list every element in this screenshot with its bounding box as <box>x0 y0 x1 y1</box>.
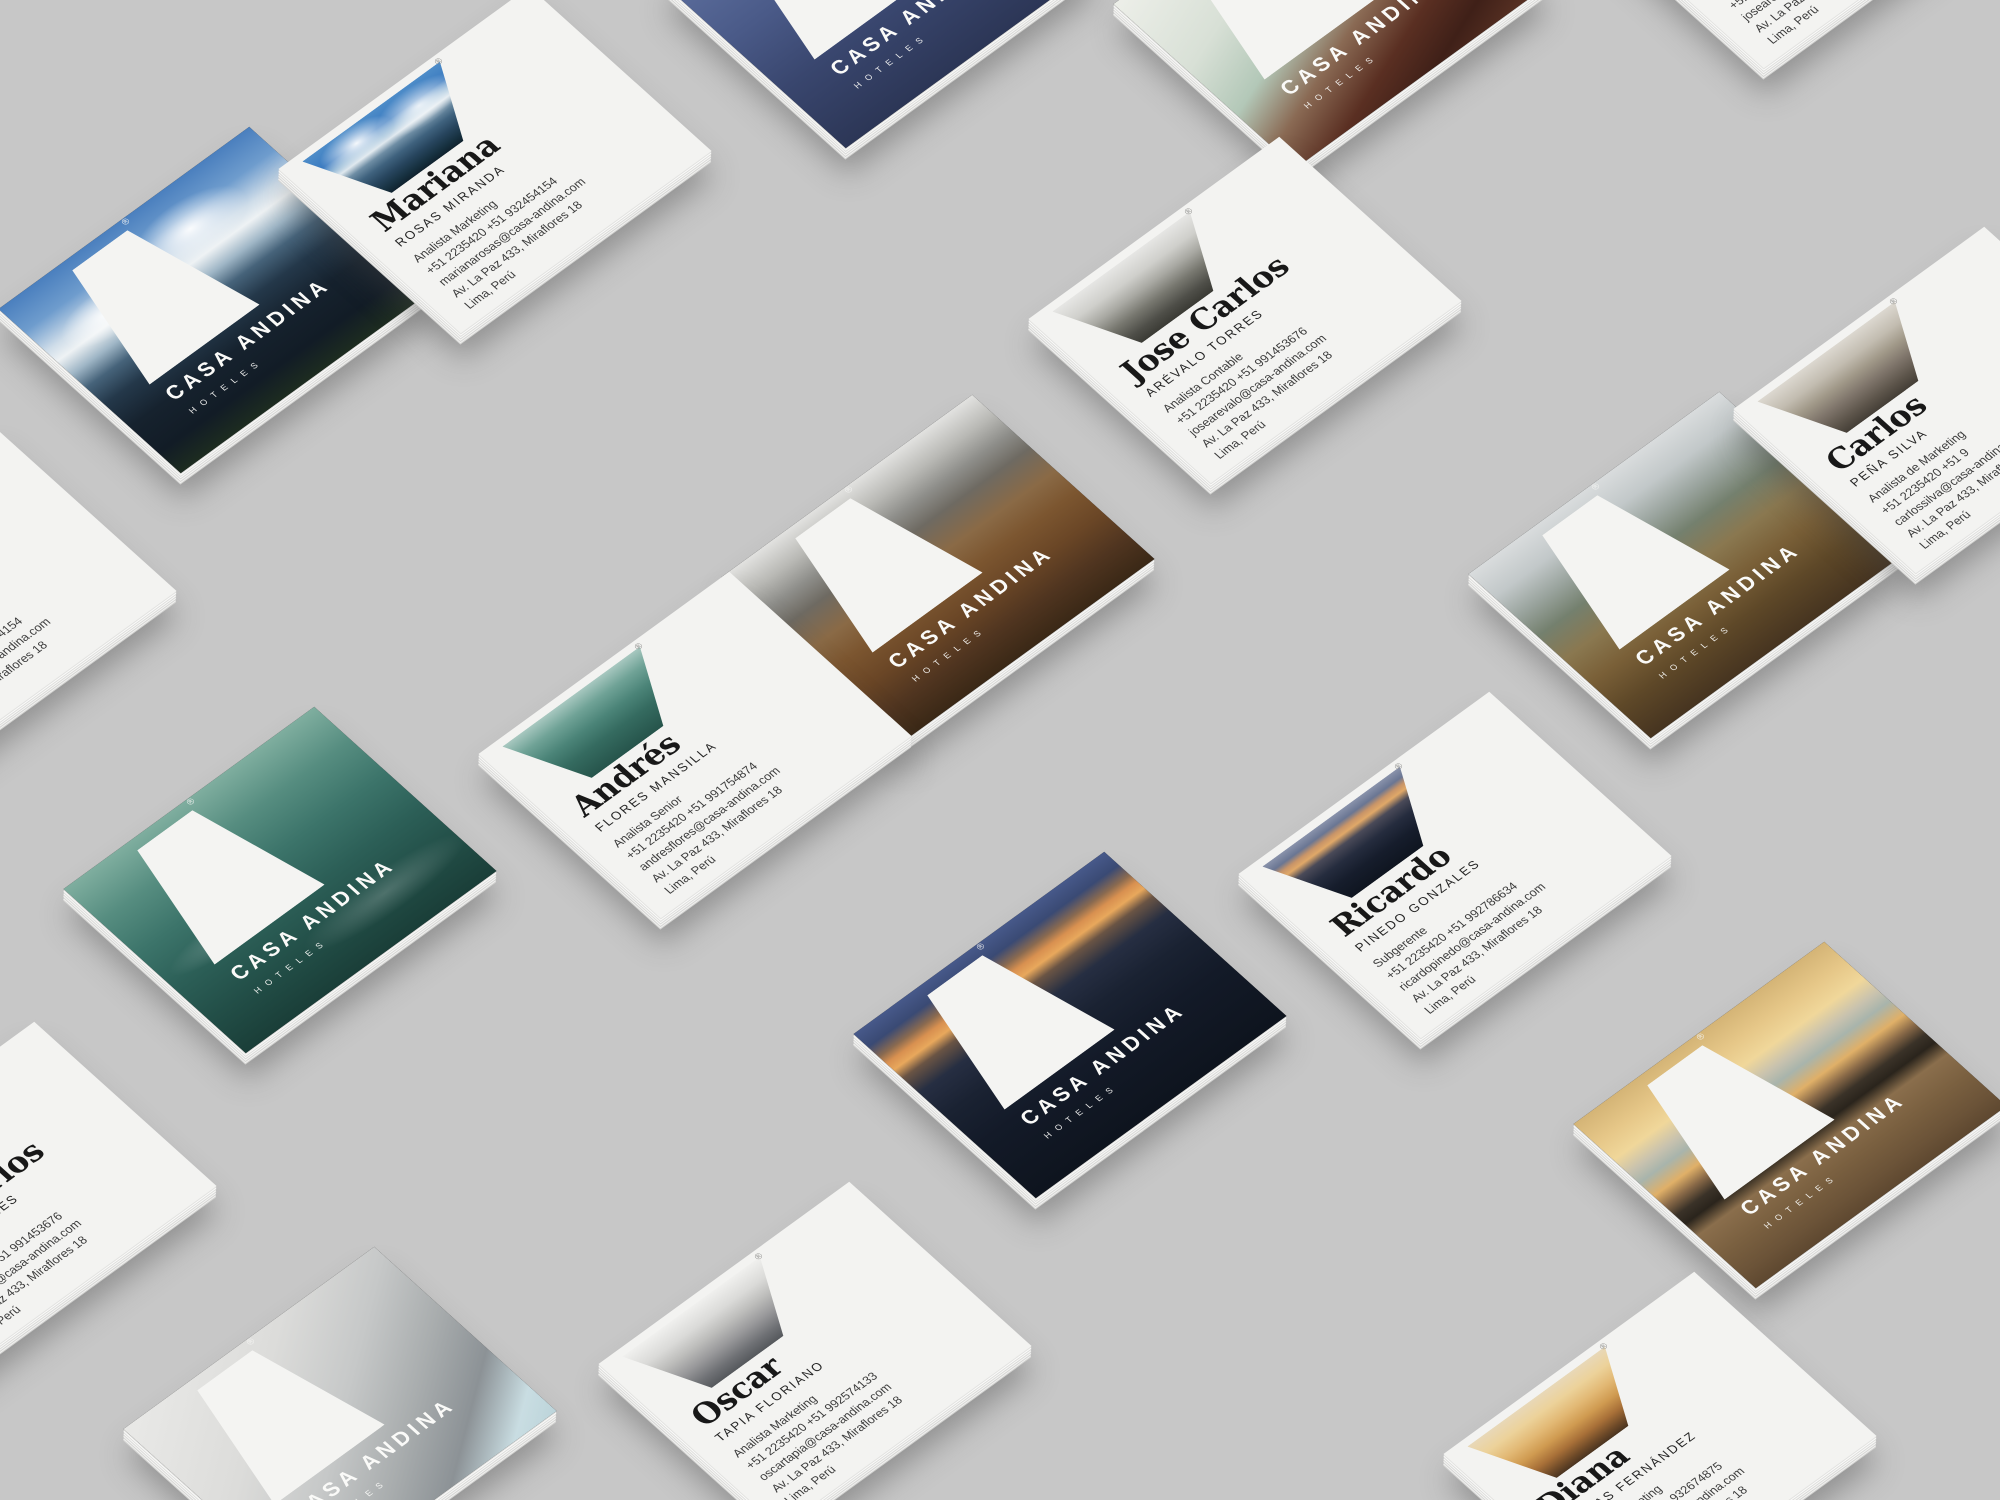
business-card-back-partial-top-right: ® Jose Carlos ARÉVALO TORRES Analista Co… <box>1581 0 2000 68</box>
registered-mark-icon: ® <box>753 1252 765 1262</box>
business-card-mockup-scene: ® CASA ANDINA HOTELES ® CASA ANDINA HOTE… <box>0 0 2000 1500</box>
business-card-back-partial-left-top: ® Mariana ROSAS MIRANDA Analista Marketi… <box>0 427 177 773</box>
business-card-front-foam-rocks: ® CASA ANDINA HOTELES <box>1113 0 1546 168</box>
business-card-back-ricardo: ® Ricardo PINEDO GONZALES Subgerente +51… <box>1238 692 1671 1038</box>
card-photo <box>123 1247 556 1500</box>
registered-mark-icon: ® <box>1598 1342 1610 1352</box>
registered-mark-icon: ® <box>433 57 445 67</box>
business-card-front-dusk-sea: ® CASA ANDINA HOTELES <box>853 852 1286 1198</box>
registered-mark-icon: ® <box>1888 297 1900 307</box>
business-card-front-navy-ridges: ® CASA ANDINA HOTELES <box>663 0 1096 148</box>
person-contact: Analista Contable +51 2235420 +51 991453… <box>1712 0 1995 48</box>
registered-mark-icon: ® <box>1393 762 1405 772</box>
business-card-back-partial-left-bottom: ® Jose Carlos ARÉVALO TORRES Analista Co… <box>0 1022 217 1368</box>
business-card-front-teal-ocean: ® CASA ANDINA HOTELES <box>63 707 496 1053</box>
card-text: Mariana ROSAS MIRANDA Analista Marketing… <box>0 496 157 753</box>
registered-mark-icon: ® <box>1183 207 1195 217</box>
business-card-back-diana: ® Diana VARGAS FERNÁNDEZ Analista Market… <box>1443 1272 1876 1500</box>
business-card-front-sunset-beach: ® CASA ANDINA HOTELES <box>1573 942 2000 1288</box>
card-text: Jose Carlos ARÉVALO TORRES Analista Cont… <box>0 1091 197 1348</box>
card-text: Jose Carlos ARÉVALO TORRES Analista Cont… <box>1668 0 1995 48</box>
business-card-back-oscar: ® Oscar TAPIA FLORIANO Analista Marketin… <box>598 1182 1031 1500</box>
business-card-front-glacier: ® CASA ANDINA HOTELES <box>123 1247 556 1500</box>
registered-mark-icon: ® <box>633 642 645 652</box>
business-card-back-jose-carlos: ® Jose Carlos ARÉVALO TORRES Analista Co… <box>1028 137 1461 483</box>
